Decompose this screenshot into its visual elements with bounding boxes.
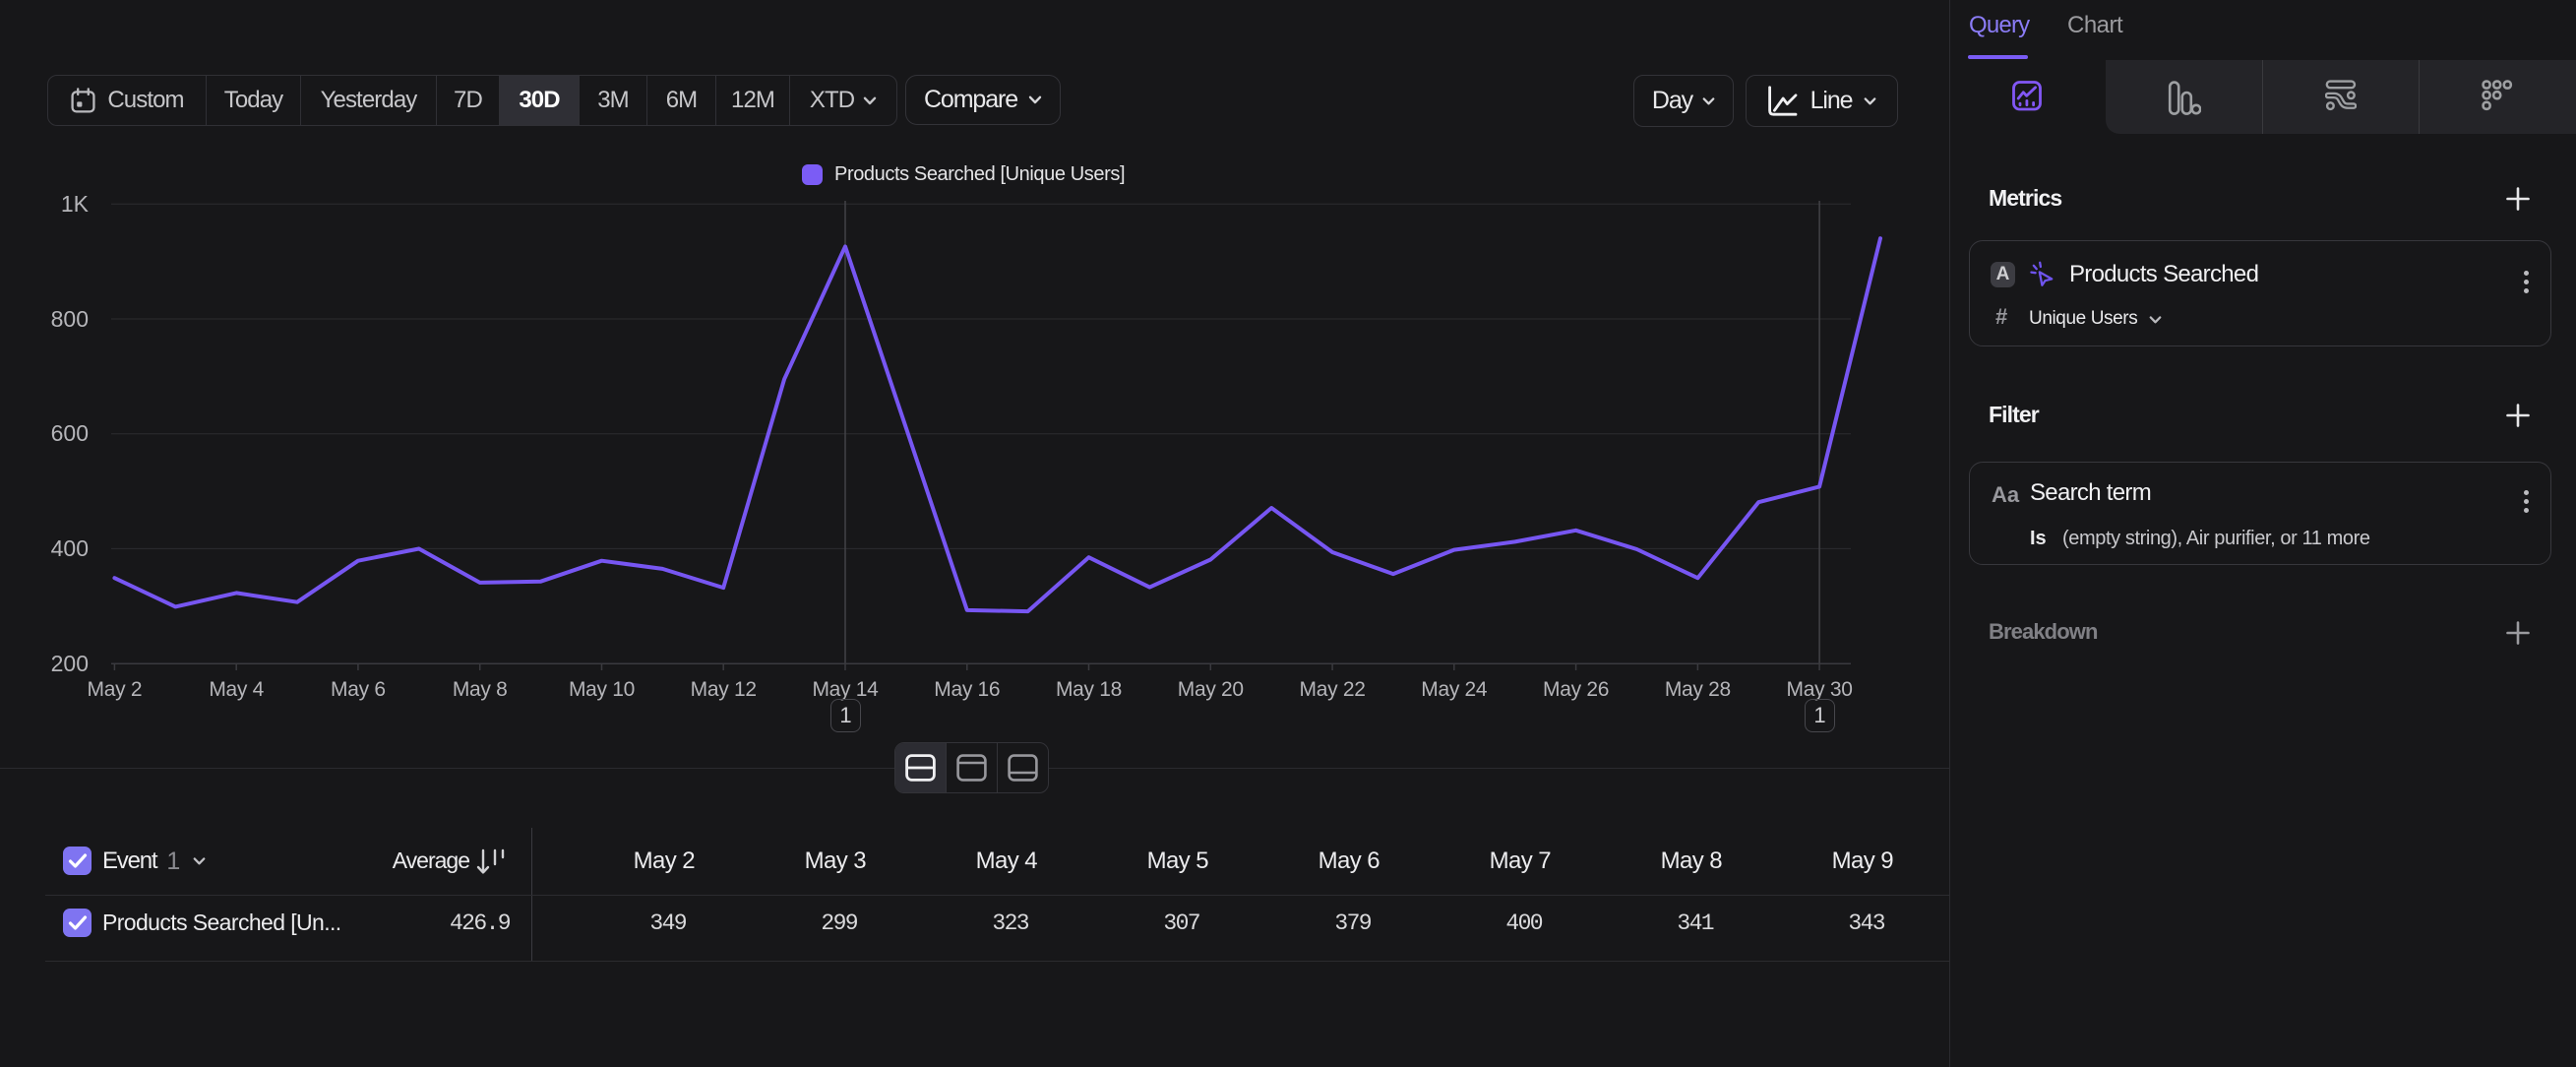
svg-text:May 18: May 18 — [1056, 678, 1122, 701]
svg-text:May 20: May 20 — [1178, 678, 1244, 701]
svg-text:May 8: May 8 — [453, 678, 508, 701]
svg-text:May 2: May 2 — [88, 678, 143, 701]
svg-text:May 24: May 24 — [1421, 678, 1488, 701]
svg-text:May 4: May 4 — [209, 678, 264, 701]
svg-text:May 12: May 12 — [691, 678, 757, 701]
svg-text:May 22: May 22 — [1300, 678, 1366, 701]
svg-text:May 6: May 6 — [331, 678, 386, 701]
svg-text:200: 200 — [51, 651, 89, 676]
svg-text:600: 600 — [51, 420, 89, 446]
svg-text:800: 800 — [51, 306, 89, 332]
svg-text:May 16: May 16 — [934, 678, 1000, 701]
svg-text:May 10: May 10 — [569, 678, 635, 701]
svg-text:May 26: May 26 — [1543, 678, 1609, 701]
svg-text:May 14: May 14 — [812, 678, 879, 701]
svg-text:400: 400 — [51, 535, 89, 561]
svg-text:1K: 1K — [61, 191, 90, 217]
svg-text:May 30: May 30 — [1787, 678, 1853, 701]
svg-text:May 28: May 28 — [1665, 678, 1731, 701]
